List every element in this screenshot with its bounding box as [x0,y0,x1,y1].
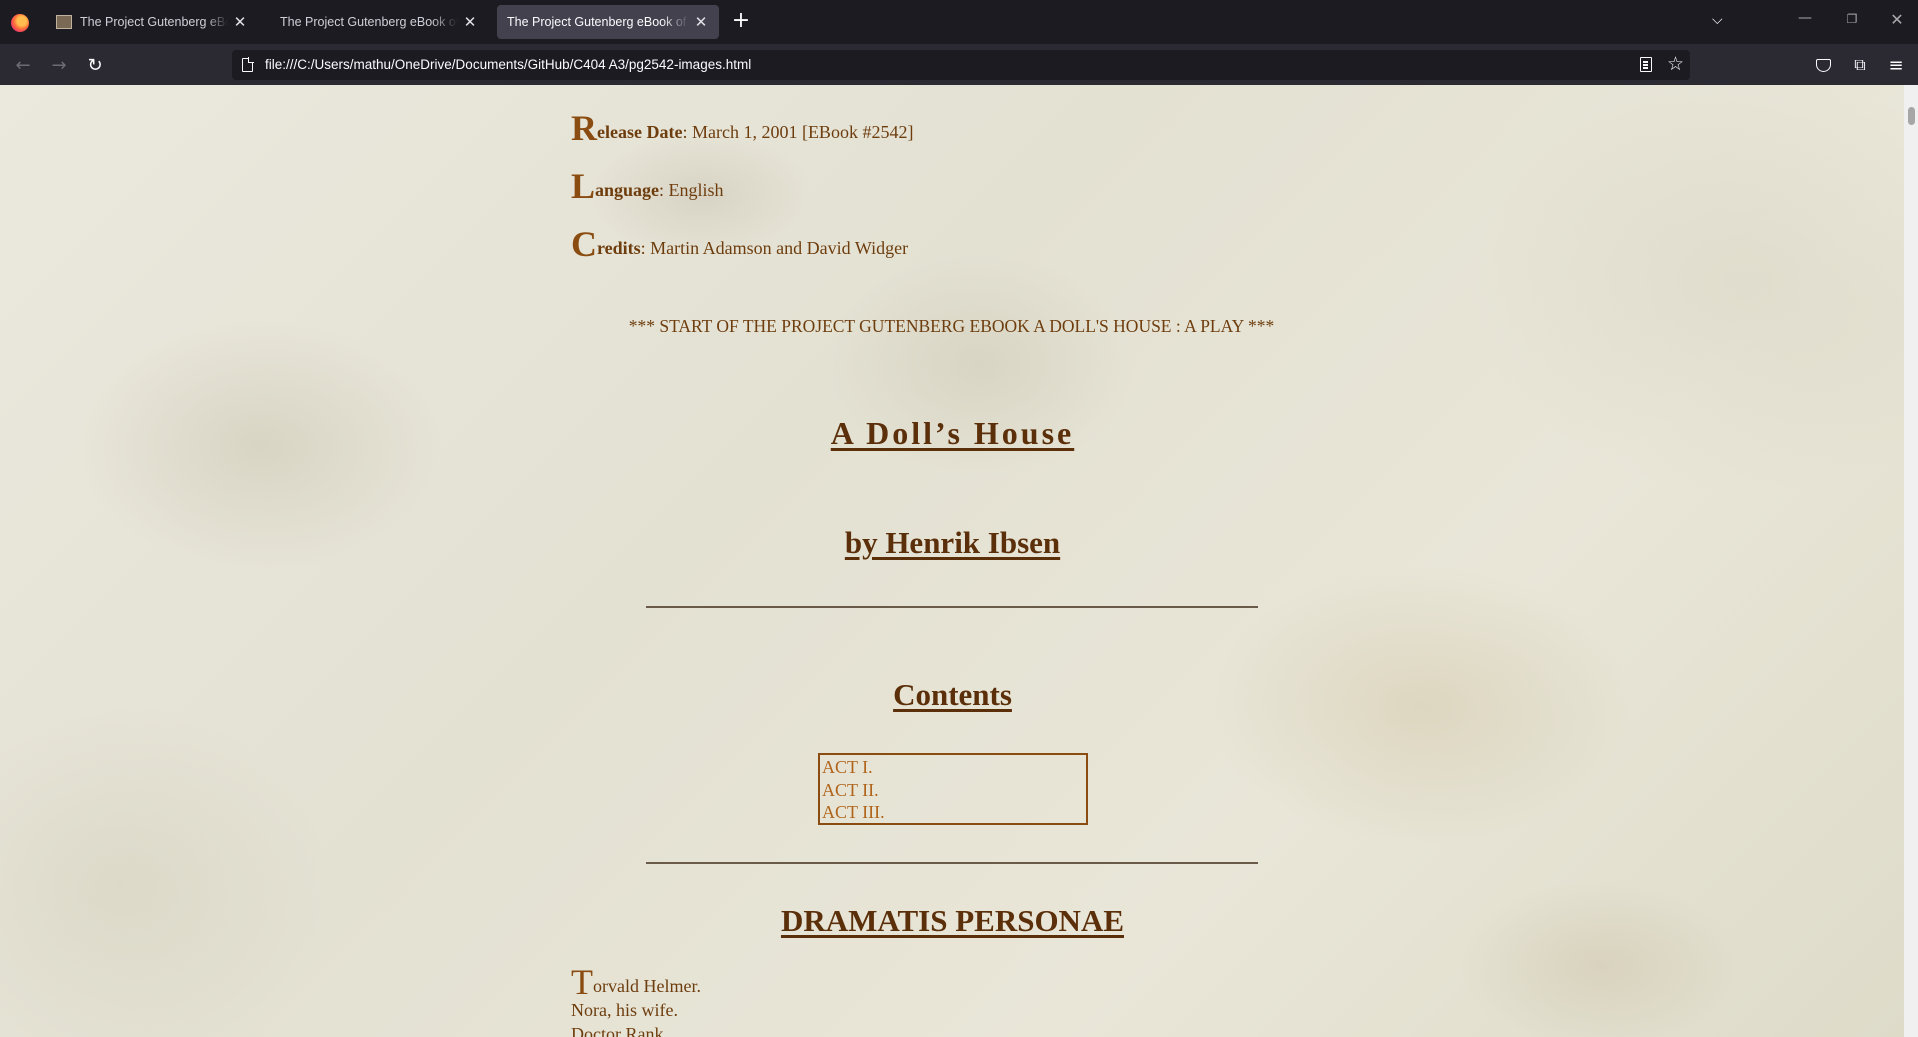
tab-gutenberg-1[interactable]: The Project Gutenberg eBook of ✕ [46,5,258,39]
divider [646,606,1258,608]
page-content: Release Date: March 1, 2001 [EBook #2542… [0,85,1904,1037]
cast-list: Torvald Helmer. Nora, his wife. Doctor R… [571,964,701,1037]
tab-gutenberg-active[interactable]: The Project Gutenberg eBook of A D ✕ [497,5,719,39]
navigation-toolbar: ← → ↻ file:///C:/Users/mathu/OneDrive/Do… [0,44,1918,85]
cast-member: Doctor Rank. [571,1024,668,1037]
tab-title: The Project Gutenberg eBook of The [280,15,458,29]
drop-cap: L [571,166,596,206]
tab-title: The Project Gutenberg eBook of A D [507,15,689,29]
language-label: anguage [595,180,660,200]
back-button[interactable]: ← [10,52,36,78]
forward-button[interactable]: → [46,52,72,78]
play-author: by Henrik Ibsen [844,525,1061,560]
tab-favicon-icon [56,15,72,29]
toc-link-act-3[interactable]: ACT III. [822,801,1084,824]
extensions-icon[interactable]: ⧉ [1847,52,1873,78]
credits-label: redits [597,238,641,258]
firefox-icon[interactable] [11,14,29,32]
toc-link-act-1[interactable]: ACT I. [822,756,1084,779]
page-icon[interactable] [242,57,254,72]
play-title: A Doll’s House [830,415,1075,451]
drop-cap: R [571,108,597,148]
bookmark-star-icon[interactable]: ☆ [1667,53,1684,75]
tab-gutenberg-2[interactable]: The Project Gutenberg eBook of The ✕ [268,5,488,39]
release-date-line: Release Date: March 1, 2001 [EBook #2542… [571,107,913,149]
reload-button[interactable]: ↻ [82,52,108,78]
new-tab-button[interactable]: + [730,10,752,33]
table-of-contents: ACT I. ACT II. ACT III. [818,753,1088,825]
cast-member-text: orvald Helmer. [593,976,701,996]
list-all-tabs-icon[interactable]: ⌵ [1712,12,1723,28]
drop-cap: T [571,962,593,1002]
close-tab-icon[interactable]: ✕ [462,14,478,31]
close-tab-icon[interactable]: ✕ [693,14,709,31]
tab-title: The Project Gutenberg eBook of [80,15,228,29]
vertical-scrollbar[interactable] [1904,85,1918,1037]
cast-member: Torvald Helmer. [571,964,701,1000]
start-of-ebook-banner: *** START OF THE PROJECT GUTENBERG EBOOK… [628,316,1275,336]
toc-link-act-2[interactable]: ACT II. [822,779,1084,802]
drop-cap: C [571,224,597,264]
scrollbar-thumb[interactable] [1908,107,1915,125]
cast-member: Nora, his wife. [571,1000,678,1020]
language-value: : English [659,180,724,200]
contents-heading: Contents [893,677,1012,712]
reader-view-icon[interactable] [1640,57,1652,72]
address-bar[interactable]: file:///C:/Users/mathu/OneDrive/Document… [232,50,1690,80]
minimize-window-button[interactable]: — [1795,10,1815,26]
release-date-label: elease Date [597,122,683,142]
restore-window-button[interactable]: ❐ [1842,12,1862,26]
divider [646,862,1258,864]
menu-icon[interactable]: ≡ [1883,52,1909,78]
release-date-value: : March 1, 2001 [EBook #2542] [682,122,914,142]
language-line: Language: English [571,165,724,207]
credits-value: : Martin Adamson and David Widger [640,238,909,258]
url-text[interactable]: file:///C:/Users/mathu/OneDrive/Document… [265,57,751,72]
dramatis-personae-heading: DRAMATIS PERSONAE [780,903,1125,938]
pocket-icon[interactable] [1810,52,1836,78]
close-window-button[interactable]: ✕ [1887,10,1907,29]
credits-line: Credits: Martin Adamson and David Widger [571,223,908,265]
tab-strip: The Project Gutenberg eBook of ✕ The Pro… [0,0,1918,44]
close-tab-icon[interactable]: ✕ [232,14,248,31]
